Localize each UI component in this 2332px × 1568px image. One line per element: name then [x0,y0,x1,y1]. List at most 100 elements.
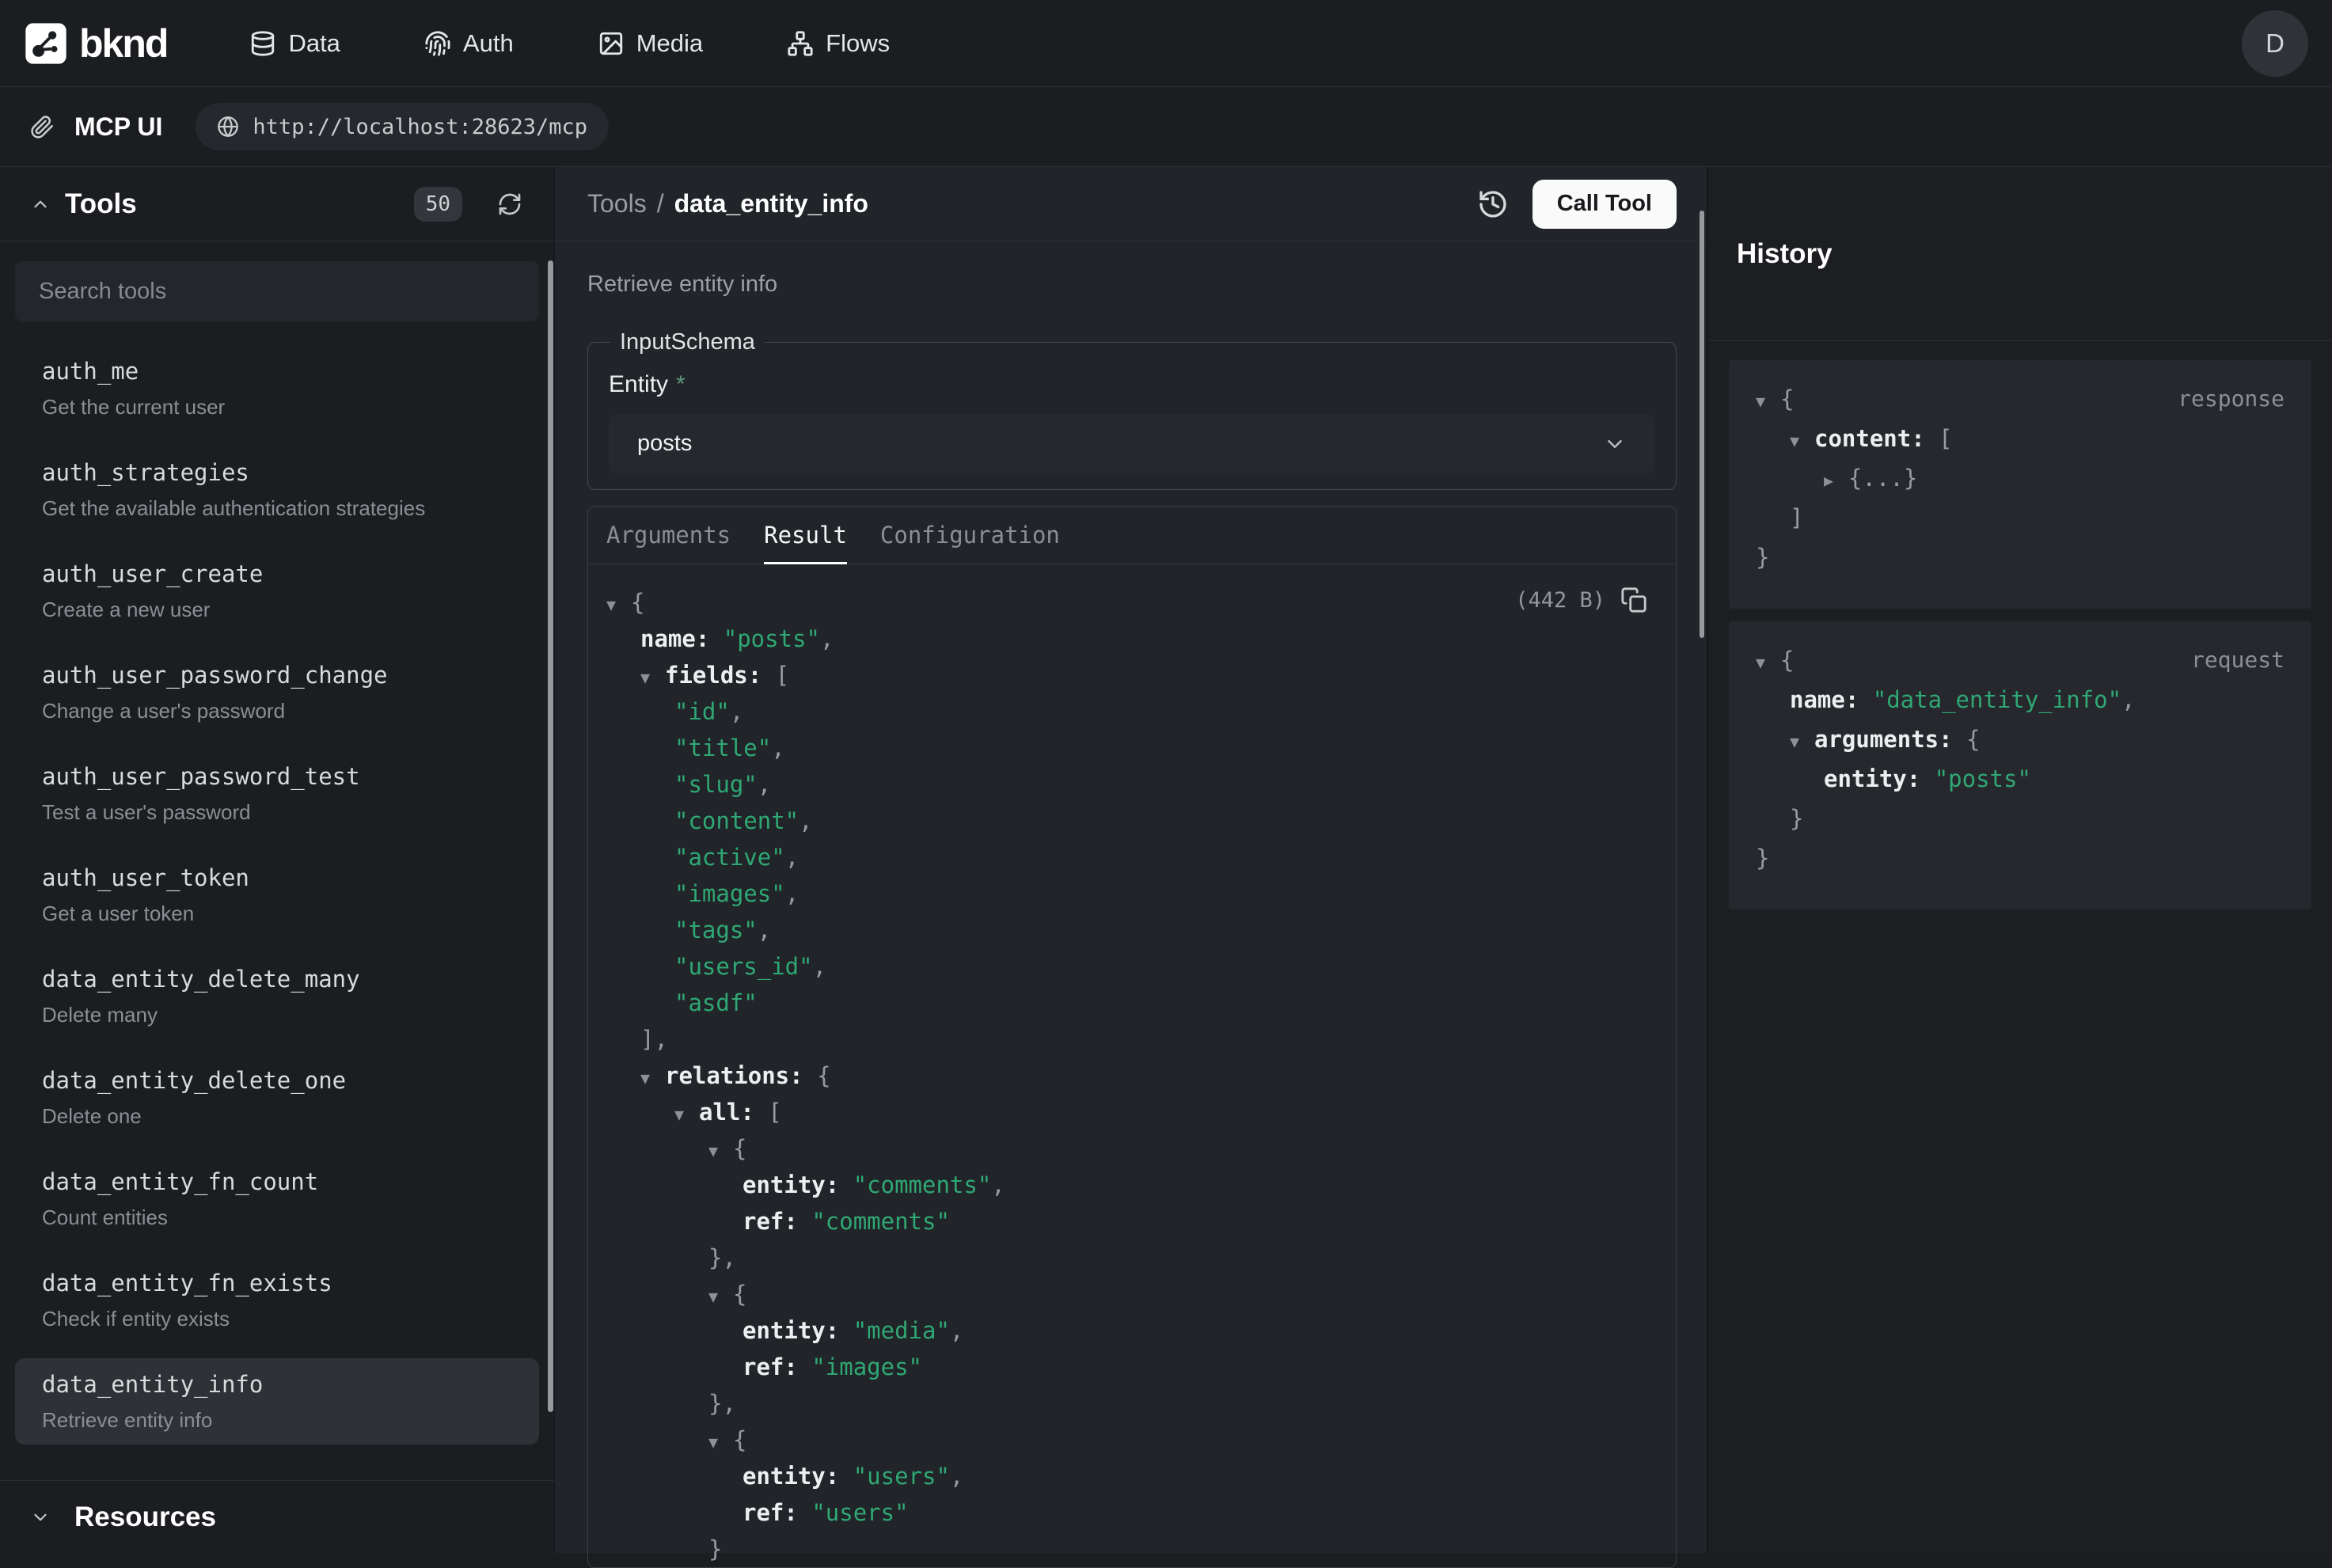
history-card-response[interactable]: response▼{▼content: [▶{...}]} [1729,360,2311,609]
json-string-value: "content" [674,807,799,834]
resources-section-header[interactable]: Resources [0,1480,554,1553]
tool-list-item[interactable]: auth_user_createCreate a new user [15,548,539,634]
tool-name: auth_user_password_test [42,763,512,790]
breadcrumb-tools[interactable]: Tools [587,189,647,218]
tool-list-item[interactable]: data_entity_fn_countCount entities [15,1156,539,1242]
json-punctuation: , [785,880,799,907]
tool-list-item[interactable]: auth_strategiesGet the available authent… [15,446,539,533]
mcp-url-pill[interactable]: http://localhost:28623/mcp [196,103,609,150]
history-panel: History response▼{▼content: [▶{...}]}req… [1708,167,2332,1553]
main-scrollbar[interactable] [1700,211,1704,638]
top-navigation: bknd Data Auth Media [0,0,2332,87]
json-punctuation: { [1780,647,1794,674]
collapse-triangle-icon[interactable]: ▼ [708,1424,733,1460]
json-line: ▼content: [ [1756,419,2285,458]
json-line: entity: "media", [606,1312,1652,1349]
tool-name: data_entity_delete_one [42,1067,512,1094]
json-line: ▼relations: { [606,1057,1652,1094]
json-line: "id", [606,693,1652,730]
nav-item-label: Data [288,29,340,58]
json-key: arguments: [1814,726,1966,753]
tool-list-item[interactable]: data_entity_fn_existsCheck if entity exi… [15,1257,539,1343]
history-card-list: response▼{▼content: [▶{...}]}request▼{na… [1708,341,2332,928]
expand-triangle-icon[interactable]: ▶ [1824,461,1848,500]
json-punctuation: , [771,735,784,761]
json-line: name: "data_entity_info", [1756,680,2285,719]
entity-select[interactable]: posts [609,414,1655,473]
collapse-triangle-icon[interactable]: ▼ [640,659,665,696]
bknd-logo[interactable]: bknd [24,21,167,66]
history-icon[interactable] [1477,188,1509,220]
json-line: ref: "users" [606,1494,1652,1531]
json-line: } [606,1531,1652,1567]
database-icon [249,30,276,57]
json-line: ▶{...} [1756,458,2285,498]
collapse-triangle-icon[interactable]: ▼ [1790,722,1814,761]
json-punctuation: } [1756,845,1769,871]
collapse-triangle-icon[interactable]: ▼ [640,1060,665,1096]
nav-item-media[interactable]: Media [598,29,703,58]
history-entry-type-badge: response [2178,385,2285,412]
json-key: fields: [665,662,776,689]
copy-icon[interactable] [1620,587,1647,613]
entity-field-label: Entity * [609,371,1655,398]
history-title: History [1737,238,1833,270]
tool-item-description: Retrieve entity info [42,1408,512,1432]
json-line: "users_id", [606,948,1652,985]
json-string-value: "comments" [853,1171,992,1198]
json-punctuation: , [799,807,812,834]
tool-list-item[interactable]: data_entity_delete_manyDelete many [15,953,539,1039]
tool-name: data_entity_delete_many [42,966,512,993]
globe-icon [217,116,239,138]
collapse-triangle-icon[interactable]: ▼ [1756,643,1780,682]
json-punctuation: { [1966,726,1980,753]
json-string-value: "media" [853,1317,950,1344]
json-punctuation: ] [1790,504,1803,531]
entity-label: Entity [609,371,668,397]
breadcrumb: Tools / data_entity_info [587,189,868,218]
tool-list-item[interactable]: auth_user_password_changeChange a user's… [15,649,539,735]
tab-configuration[interactable]: Configuration [880,507,1060,564]
json-string-value: "users" [853,1463,950,1490]
history-card-request[interactable]: request▼{name: "data_entity_info",▼argum… [1729,621,2311,909]
search-input[interactable] [15,261,539,321]
collapse-triangle-icon[interactable]: ▼ [1790,421,1814,461]
sidebar-scrollbar[interactable] [548,260,553,1412]
tool-name: data_entity_fn_count [42,1168,512,1195]
tool-name: auth_user_token [42,864,512,891]
tool-list-item[interactable]: auth_user_password_testTest a user's pas… [15,750,539,837]
nav-item-auth[interactable]: Auth [424,29,514,58]
tab-arguments[interactable]: Arguments [606,507,731,564]
nav-item-data[interactable]: Data [249,29,340,58]
tool-name: data_entity_info [42,1371,512,1398]
collapse-triangle-icon[interactable]: ▼ [674,1096,699,1133]
tools-section-title: Tools [65,188,137,220]
required-marker: * [676,371,686,397]
tools-section-header[interactable]: Tools 50 [0,167,554,241]
json-string-value: "comments" [811,1208,950,1235]
fingerprint-icon [424,30,451,57]
collapse-triangle-icon[interactable]: ▼ [1756,382,1780,421]
json-punctuation: [ [1939,425,1952,452]
tool-list-item[interactable]: auth_user_tokenGet a user token [15,852,539,938]
collapse-triangle-icon[interactable]: ▼ [708,1133,733,1169]
tab-result[interactable]: Result [764,507,847,564]
json-line: entity: "posts" [1756,759,2285,799]
json-string-value: "data_entity_info" [1873,686,2121,713]
tool-list-item[interactable]: auth_meGet the current user [15,345,539,431]
result-panel: Arguments Result Configuration (442 B) ▼… [587,506,1677,1568]
json-line: entity: "comments", [606,1167,1652,1203]
json-key: name: [1790,686,1873,713]
call-tool-button[interactable]: Call Tool [1533,180,1677,229]
collapse-triangle-icon[interactable]: ▼ [606,587,631,623]
nav-item-flows[interactable]: Flows [787,29,890,58]
json-punctuation: , [950,1463,963,1490]
user-avatar[interactable]: D [2242,10,2308,77]
json-punctuation: , [2121,686,2135,713]
tool-list-item-selected[interactable]: data_entity_info Retrieve entity info [15,1358,539,1445]
tool-list-item[interactable]: data_entity_delete_oneDelete one [15,1054,539,1141]
json-punctuation: { [1780,385,1794,412]
collapse-triangle-icon[interactable]: ▼ [708,1278,733,1315]
json-punctuation: }, [708,1244,736,1271]
refresh-icon[interactable] [497,192,522,217]
